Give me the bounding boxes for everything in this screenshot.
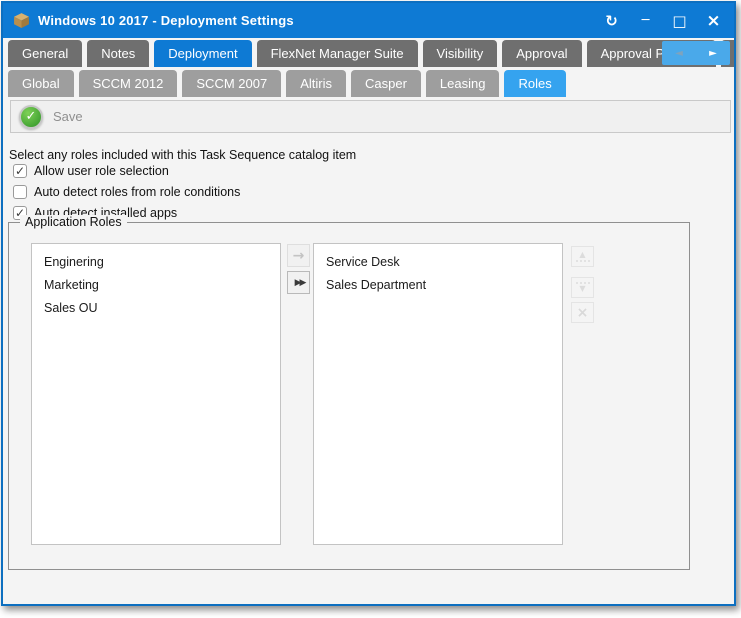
list-item[interactable]: Enginering [32,251,280,274]
save-button[interactable]: ✓ Save [19,105,83,129]
tab-approval[interactable]: Approval [502,40,581,67]
assigned-roles-list[interactable]: Service Desk Sales Department [313,243,563,545]
arrow-down-icon: ▼ [579,285,585,293]
list-item[interactable]: Sales OU [32,297,280,320]
tab-scroll-right-button[interactable]: ► [696,41,730,65]
checkbox-allow-user-role-selection[interactable]: ✓ Allow user role selection [13,163,169,179]
close-icon: × [706,11,720,31]
subtab-casper[interactable]: Casper [351,70,421,97]
window-controls: ↻ ─ □ × [601,10,724,31]
group-title: Application Roles [20,215,127,229]
titlebar: Windows 10 2017 - Deployment Settings ↻ … [3,3,734,38]
list-item[interactable]: Sales Department [314,274,562,297]
check-icon: ✓ [15,165,25,177]
list-item[interactable]: Marketing [32,274,280,297]
tab-scroll-control: ◄ ► [662,41,730,65]
arrow-right-icon: → [293,248,305,264]
subtab-sccm-2012[interactable]: SCCM 2012 [79,70,178,97]
move-up-button[interactable]: ▲ [571,246,594,267]
close-button[interactable]: × [703,10,724,31]
tab-scroll-left-button[interactable]: ◄ [662,41,696,65]
window-title: Windows 10 2017 - Deployment Settings [38,13,294,28]
save-check-icon: ✓ [19,105,43,129]
checkbox-label: Auto detect roles from role conditions [34,185,240,199]
arrow-up-icon: ▲ [579,251,585,259]
subtab-roles[interactable]: Roles [504,70,565,97]
minimize-button[interactable]: ─ [635,10,656,31]
checkbox-label: Allow user role selection [34,164,169,178]
tab-flexnet-manager-suite[interactable]: FlexNet Manager Suite [257,40,418,67]
primary-tab-bar: General Notes Deployment FlexNet Manager… [8,40,734,67]
refresh-icon: ↻ [605,12,618,30]
subtab-altiris[interactable]: Altiris [286,70,346,97]
refresh-button[interactable]: ↻ [601,10,622,31]
remove-x-icon: × [577,305,589,321]
tab-deployment[interactable]: Deployment [154,40,251,67]
move-down-button[interactable]: ▼ [571,277,594,298]
move-all-right-button[interactable]: ▶▶ [287,271,310,294]
tab-notes[interactable]: Notes [87,40,149,67]
package-icon [13,12,30,29]
dotted-line [576,260,590,262]
available-roles-list[interactable]: Enginering Marketing Sales OU [31,243,281,545]
tab-general[interactable]: General [8,40,82,67]
checkbox-box[interactable] [13,185,27,199]
chevron-left-icon: ◄ [675,48,683,59]
subtab-global[interactable]: Global [8,70,74,97]
maximize-icon: □ [672,12,686,30]
screen: Windows 10 2017 - Deployment Settings ↻ … [0,0,741,618]
move-right-button[interactable]: → [287,244,310,267]
list-item[interactable]: Service Desk [314,251,562,274]
toolbar: ✓ Save [10,100,731,133]
deployment-settings-dialog: Windows 10 2017 - Deployment Settings ↻ … [1,1,736,606]
maximize-button[interactable]: □ [669,10,690,31]
chevron-right-icon: ► [709,48,717,59]
secondary-tab-bar: Global SCCM 2012 SCCM 2007 Altiris Caspe… [8,70,734,97]
remove-button[interactable]: × [571,302,594,323]
checkbox-box[interactable]: ✓ [13,164,27,178]
subtab-leasing[interactable]: Leasing [426,70,500,97]
checkbox-auto-detect-roles[interactable]: Auto detect roles from role conditions [13,184,240,200]
subtab-sccm-2007[interactable]: SCCM 2007 [182,70,281,97]
save-label: Save [53,109,83,124]
application-roles-group: Application Roles Enginering Marketing S… [8,222,690,570]
minimize-icon: ─ [642,13,650,28]
tab-visibility[interactable]: Visibility [423,40,498,67]
double-arrow-right-icon: ▶▶ [295,278,305,288]
instruction-text: Select any roles included with this Task… [9,148,356,162]
